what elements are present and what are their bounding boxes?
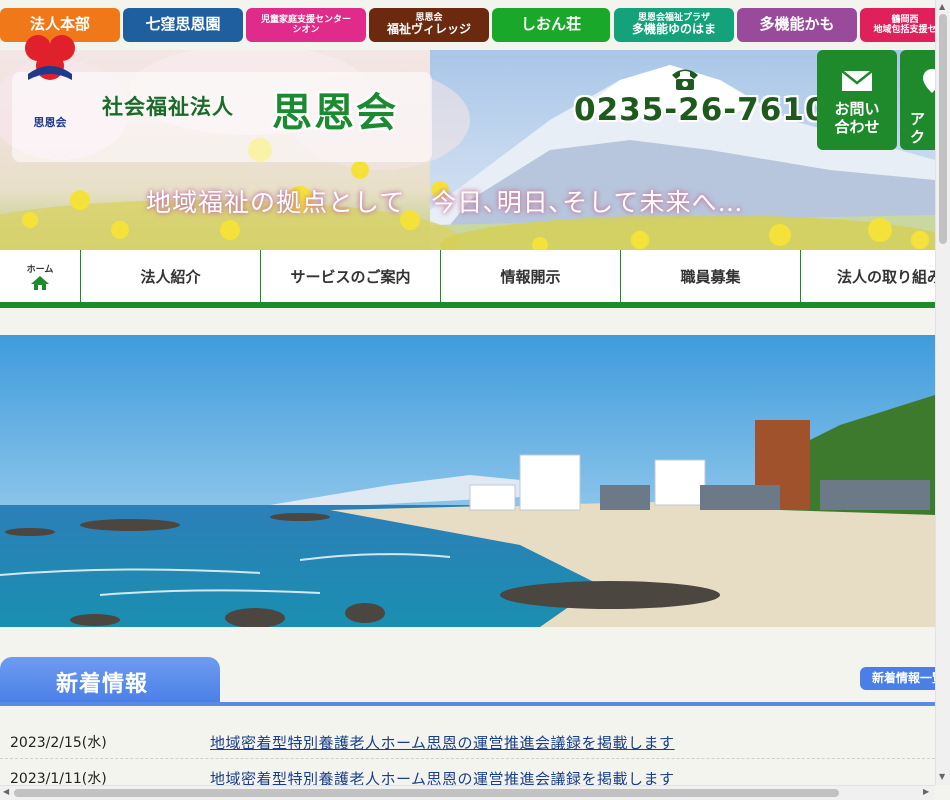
tab-label: 福祉ヴィレッジ bbox=[386, 22, 471, 37]
tab-kamo[interactable]: 多機能かも bbox=[737, 8, 857, 42]
beach-photo bbox=[0, 335, 935, 627]
news-row: 2023/2/15(水) 地域密着型特別養護老人ホーム思恩の運営推進会議録を掲載… bbox=[0, 722, 935, 759]
scroll-right-icon[interactable]: ▶ bbox=[923, 787, 929, 796]
tab-label: 地域包括支援セ bbox=[873, 25, 937, 35]
tab-label: 多機能かも bbox=[759, 15, 835, 34]
mail-icon bbox=[841, 70, 873, 91]
nav-home-label: ホーム bbox=[26, 264, 54, 275]
nav-disclosure[interactable]: 情報開示 bbox=[441, 250, 621, 302]
vertical-scrollbar[interactable]: ▲ ▼ bbox=[935, 0, 950, 785]
scroll-down-icon[interactable]: ▼ bbox=[939, 772, 945, 781]
tab-label: しおん荘 bbox=[520, 15, 581, 34]
tab-shichikubo[interactable]: 七窪思恩園 bbox=[123, 8, 243, 42]
news-divider bbox=[0, 702, 935, 706]
tab-label: シオン bbox=[292, 25, 320, 35]
tab-label: 鶴岡西 bbox=[891, 14, 919, 25]
tab-yunohama[interactable]: 思恩会福祉プラザ 多機能ゆのはま bbox=[614, 8, 734, 42]
contact-label-1: お問い bbox=[834, 100, 880, 118]
scroll-up-icon[interactable]: ▲ bbox=[939, 2, 945, 11]
phone-icon bbox=[672, 69, 698, 90]
tab-label: 七窪思恩園 bbox=[145, 15, 221, 34]
tagline: 地域福祉の拠点として 今日､明日､そして未来へ… bbox=[146, 188, 744, 217]
home-icon bbox=[31, 275, 49, 290]
access-button[interactable]: アク bbox=[900, 50, 935, 150]
nav-initiatives[interactable]: 法人の取り組み bbox=[801, 250, 950, 302]
logo-icon[interactable] bbox=[20, 28, 80, 86]
tab-jido[interactable]: 児童家庭支援センター シオン bbox=[246, 8, 366, 42]
access-label: アク bbox=[910, 110, 926, 146]
scroll-left-icon[interactable]: ◀ bbox=[3, 787, 9, 796]
main-nav: ホーム 法人紹介 サービスのご案内 情報開示 職員募集 法人の取り組み bbox=[0, 250, 942, 308]
news-link[interactable]: 地域密着型特別養護老人ホーム思恩の運営推進会議録を掲載します bbox=[210, 732, 675, 753]
nav-services[interactable]: サービスのご案内 bbox=[261, 250, 441, 302]
nav-about[interactable]: 法人紹介 bbox=[81, 250, 261, 302]
horizontal-scroll-thumb[interactable] bbox=[14, 789, 839, 797]
tab-shion-so[interactable]: しおん荘 bbox=[492, 8, 610, 42]
site-tabs: 法人本部 七窪思恩園 児童家庭支援センター シオン 思恩会 福祉ヴィレッジ しおん荘… bbox=[0, 8, 950, 44]
news-date: 2023/2/15(水) bbox=[10, 735, 107, 751]
nav-recruit[interactable]: 職員募集 bbox=[621, 250, 801, 302]
contact-label-2: 合わせ bbox=[834, 118, 880, 136]
contact-button[interactable]: お問い 合わせ bbox=[817, 50, 897, 150]
vertical-scroll-thumb[interactable] bbox=[939, 14, 947, 244]
horizontal-scrollbar[interactable]: ◀ ▶ bbox=[0, 785, 935, 800]
logo-sub-label: 思恩会 bbox=[33, 116, 67, 129]
header-banner bbox=[0, 50, 935, 250]
org-type: 社会福祉法人 bbox=[102, 95, 234, 119]
phone-number[interactable]: 0235-26-7610 bbox=[574, 92, 827, 128]
tab-label: 多機能ゆのはま bbox=[631, 22, 716, 37]
news-header: 新着情報 bbox=[0, 657, 220, 703]
nav-home[interactable]: ホーム bbox=[0, 250, 81, 302]
org-name[interactable]: 思恩会 bbox=[272, 80, 398, 138]
tab-village[interactable]: 思恩会 福祉ヴィレッジ bbox=[369, 8, 489, 42]
map-pin-icon bbox=[923, 69, 935, 93]
tab-label: 児童家庭支援センター bbox=[260, 14, 351, 25]
